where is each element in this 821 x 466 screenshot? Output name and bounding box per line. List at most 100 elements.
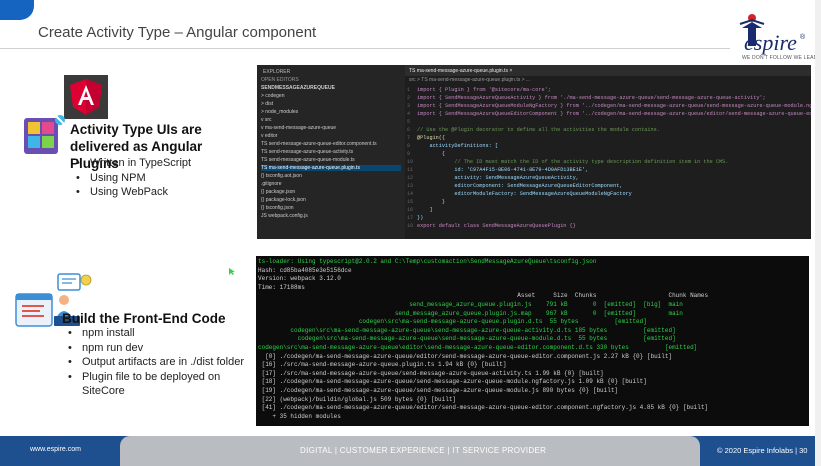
terminal-line: [0] ./codegen/ma-send-message-azure-queu… [258, 352, 673, 360]
file-tree-item[interactable]: > codegen [261, 93, 285, 99]
bullet-item: Using WebPack [74, 185, 244, 200]
bullet-item: Written in TypeScript [74, 156, 244, 171]
logo-registered-mark: ® [800, 34, 806, 41]
code-line: export default class SendMessageAzureQue… [417, 223, 576, 229]
code-line: { [417, 151, 446, 157]
section-heading-build-frontend: Build the Front-End Code [62, 311, 226, 326]
bullet-item: Output artifacts are in ./dist folder [66, 355, 256, 370]
code-line: }) [417, 215, 424, 221]
line-number: 14 [407, 191, 414, 197]
line-number: 13 [407, 183, 414, 189]
file-tree-item[interactable]: {} tsconfig.aot.json [261, 173, 302, 179]
file-tree-item[interactable]: TS send-message-azure-queue-activity.ts [261, 149, 353, 155]
open-editors-label: OPEN EDITORS [261, 77, 299, 83]
title-divider [0, 48, 730, 49]
editor-breadcrumb: src > TS ma-send-message-azure-queue.plu… [409, 77, 531, 83]
line-number: 17 [407, 215, 414, 221]
file-tree-item[interactable]: TS send-message-azure-queue-module.ts [261, 157, 355, 163]
terminal-line: [17] ./src/ma-send-message-azure-queue/s… [258, 369, 604, 377]
code-line: import { SendMessageAzureQueueActivity }… [417, 95, 766, 101]
line-number: 10 [407, 159, 414, 165]
file-tree-item[interactable]: > dist [261, 101, 273, 107]
terminal-line: codegen\src\ma-send-message-azure-queue\… [258, 335, 676, 343]
terminal-line: codegen\src\ma-send-message-azure-queue.… [258, 318, 647, 326]
project-label: SENDMESSAGEAZUREQUEUE [261, 85, 335, 91]
file-tree-item[interactable]: {} package-lock.json [261, 197, 306, 203]
code-line: editorModuleFactory: SendMessageAzureQue… [417, 191, 632, 197]
terminal-line: + 35 hidden modules [258, 412, 341, 420]
line-number: 4 [407, 111, 411, 117]
line-number: 11 [407, 167, 414, 173]
line-number: 3 [407, 103, 411, 109]
terminal-output: ts-loader: Using typescript@2.0.2 and C:… [256, 256, 809, 426]
line-number: 1 [407, 87, 411, 93]
bullet-item: Plugin file to be deployed on SiteCore [66, 370, 256, 399]
code-line: } [417, 199, 446, 205]
file-tree-item[interactable]: {} package.json [261, 189, 295, 195]
file-tree-item[interactable]: {} tsconfig.json [261, 205, 294, 211]
file-tree-item[interactable]: TS send-message-azure-queue-editor.compo… [261, 141, 377, 147]
line-number: 7 [407, 135, 411, 141]
footer-website: www.espire.com [30, 446, 81, 453]
bullet-item: Using NPM [74, 171, 244, 186]
code-line: editorComponent: SendMessageAzureQueueEd… [417, 183, 623, 189]
terminal-line: ts-loader: Using typescript@2.0.2 and C:… [258, 258, 597, 265]
line-number: 16 [407, 207, 414, 213]
file-tree-item[interactable]: v editor [261, 133, 277, 139]
slide-title: Create Activity Type – Angular component [38, 24, 317, 41]
footer-copyright: © 2020 Espire Infolabs | 30 [717, 446, 808, 455]
bullet-item: npm install [66, 326, 256, 341]
angular-icon [64, 75, 108, 119]
line-number: 2 [407, 95, 411, 101]
code-line: import { SendMessageAzureQueueEditorComp… [417, 111, 811, 117]
line-number: 12 [407, 175, 414, 181]
code-line: ] [417, 207, 433, 213]
logo-tagline: WE DON'T FOLLOW WE LEAD [742, 55, 818, 61]
line-number: 8 [407, 143, 411, 149]
angular-plugin-bullets: Written in TypeScript Using NPM Using We… [74, 156, 244, 200]
build-frontend-bullets: npm install npm run dev Output artifacts… [66, 326, 256, 399]
code-line: // Use the @Plugin decorator to define a… [417, 127, 660, 133]
file-tree-item[interactable]: JS webpack.config.js [261, 213, 308, 219]
file-tree-item[interactable]: v ma-send-message-azure-queue [261, 125, 336, 131]
mouse-cursor-icon [229, 268, 235, 275]
file-tree-item[interactable]: .gitignore [261, 181, 282, 187]
code-line: import { SendMessageAzureQueueModuleNgFa… [417, 103, 811, 109]
terminal-line: [22] (webpack)/buildin/global.js 509 byt… [258, 395, 457, 403]
file-tree-item[interactable]: TS ma-send-message-azure-queue.plugin.ts [261, 165, 401, 171]
explorer-title: EXPLORER [263, 69, 291, 75]
code-line: activity: SendMessageAzureQueueActivity, [417, 175, 579, 181]
code-line: activityDefinitions: [ [417, 143, 498, 149]
vertical-scrollbar[interactable] [815, 0, 821, 466]
terminal-line: send_message_azure_queue.plugin.js 791 k… [258, 301, 683, 308]
line-number: 9 [407, 151, 411, 157]
terminal-line: Asset Size Chunks Chunk Names [258, 292, 709, 300]
code-line: import { Plugin } from '@sitecore/ma-cor… [417, 87, 551, 93]
logo-wordmark: espire [744, 30, 797, 55]
line-number: 18 [407, 223, 414, 229]
terminal-line: Hash: cd85ba4085e3e5156dce [258, 266, 352, 274]
terminal-line: Time: 17188ms [258, 283, 305, 291]
file-tree-item[interactable]: v src [261, 117, 272, 123]
code-line: id: 'C97A4F15-8E06-4741-8E79-4D0AFD13BE1… [417, 167, 589, 173]
code-line: @Plugin({ [417, 135, 446, 141]
terminal-line: Version: webpack 3.12.0 [258, 275, 341, 283]
terminal-line: [16] ./src/ma-send-message-azure-queue.p… [258, 361, 507, 369]
line-number: 5 [407, 119, 411, 125]
editor-tab-plugin: TS ma-send-message-azure-queue.plugin.ts… [409, 68, 513, 74]
code-line: // The ID must match the ID of the activ… [417, 159, 729, 165]
footer-tagline: DIGITAL | CUSTOMER EXPERIENCE | IT SERVI… [300, 446, 547, 455]
line-number: 6 [407, 127, 411, 133]
bullet-item: npm run dev [66, 341, 256, 356]
file-tree-item[interactable]: > node_modules [261, 109, 298, 115]
terminal-line: [19] ./codegen/ma-send-message-azure-que… [258, 387, 619, 394]
terminal-line: codegen\src\ma-send-message-azure-queue\… [258, 344, 698, 351]
terminal-line: codegen\src\ma-send-message-azure-queue\… [258, 326, 676, 334]
line-number: 15 [407, 199, 414, 205]
code-editor-screenshot: EXPLORER OPEN EDITORS SENDMESSAGEAZUREQU… [257, 65, 811, 239]
puzzle-plugin-icon [24, 115, 65, 154]
terminal-line: [41] ./codegen/ma-send-message-azure-que… [258, 404, 709, 412]
top-accent-bar [0, 0, 34, 20]
terminal-line: [18] ./codegen/ma-send-message-azure-que… [258, 378, 647, 386]
terminal-line: send_message_azure_queue.plugin.js.map 9… [258, 309, 683, 317]
